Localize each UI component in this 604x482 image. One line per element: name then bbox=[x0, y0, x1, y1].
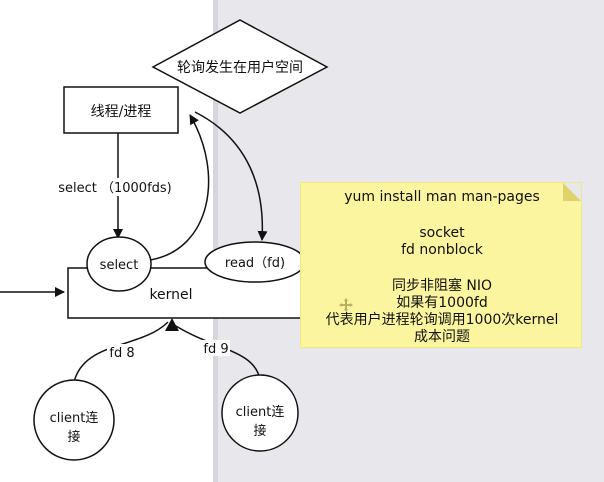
diagram-canvas: 轮询发生在用户空间 线程/进程 select （1000fds) kernel … bbox=[0, 0, 604, 482]
note-spacer-2 bbox=[301, 259, 583, 278]
edge-select-label: select （1000fds) bbox=[58, 181, 172, 196]
note-line-6: 代表用户进程轮询调用1000次kernel bbox=[325, 312, 559, 328]
note-line-2: socket bbox=[419, 225, 465, 241]
note-spacer-1 bbox=[301, 206, 583, 225]
note-line-1: yum install man man-pages bbox=[344, 189, 540, 205]
diamond-label: 轮询发生在用户空间 bbox=[177, 59, 303, 76]
client-node-1[interactable]: client连 接 bbox=[33, 379, 115, 461]
fd8-label: fd 8 bbox=[109, 346, 134, 361]
kernel-inbound-arrowhead bbox=[165, 318, 179, 331]
fd9-label: fd 9 bbox=[203, 342, 228, 357]
sticky-note[interactable]: yum install man man-pages socket fd nonb… bbox=[300, 182, 582, 348]
read-node[interactable]: read（fd) bbox=[204, 241, 306, 283]
note-line-4: 同步非阻塞 NIO bbox=[391, 278, 493, 294]
client-2-line2: 接 bbox=[253, 423, 266, 439]
process-box[interactable]: 线程/进程 bbox=[63, 86, 179, 134]
move-arrows-icon[interactable] bbox=[338, 297, 354, 313]
read-node-label: read（fd) bbox=[225, 256, 285, 271]
note-text: yum install man man-pages socket fd nonb… bbox=[301, 189, 583, 346]
note-line-7: 成本问题 bbox=[414, 329, 470, 345]
select-node[interactable]: select bbox=[86, 236, 152, 292]
kernel-label: kernel bbox=[149, 287, 192, 303]
edge-process-to-read bbox=[194, 111, 268, 241]
client-node-2[interactable]: client连 接 bbox=[221, 374, 299, 452]
client-1-line1: client连 bbox=[50, 410, 99, 426]
client-1-line2: 接 bbox=[67, 429, 80, 445]
process-box-label: 线程/进程 bbox=[91, 104, 152, 120]
select-node-label: select bbox=[100, 258, 139, 273]
client-2-line1: client连 bbox=[236, 404, 285, 420]
decision-diamond[interactable]: 轮询发生在用户空间 bbox=[151, 19, 329, 114]
note-line-3: fd nonblock bbox=[401, 242, 483, 258]
